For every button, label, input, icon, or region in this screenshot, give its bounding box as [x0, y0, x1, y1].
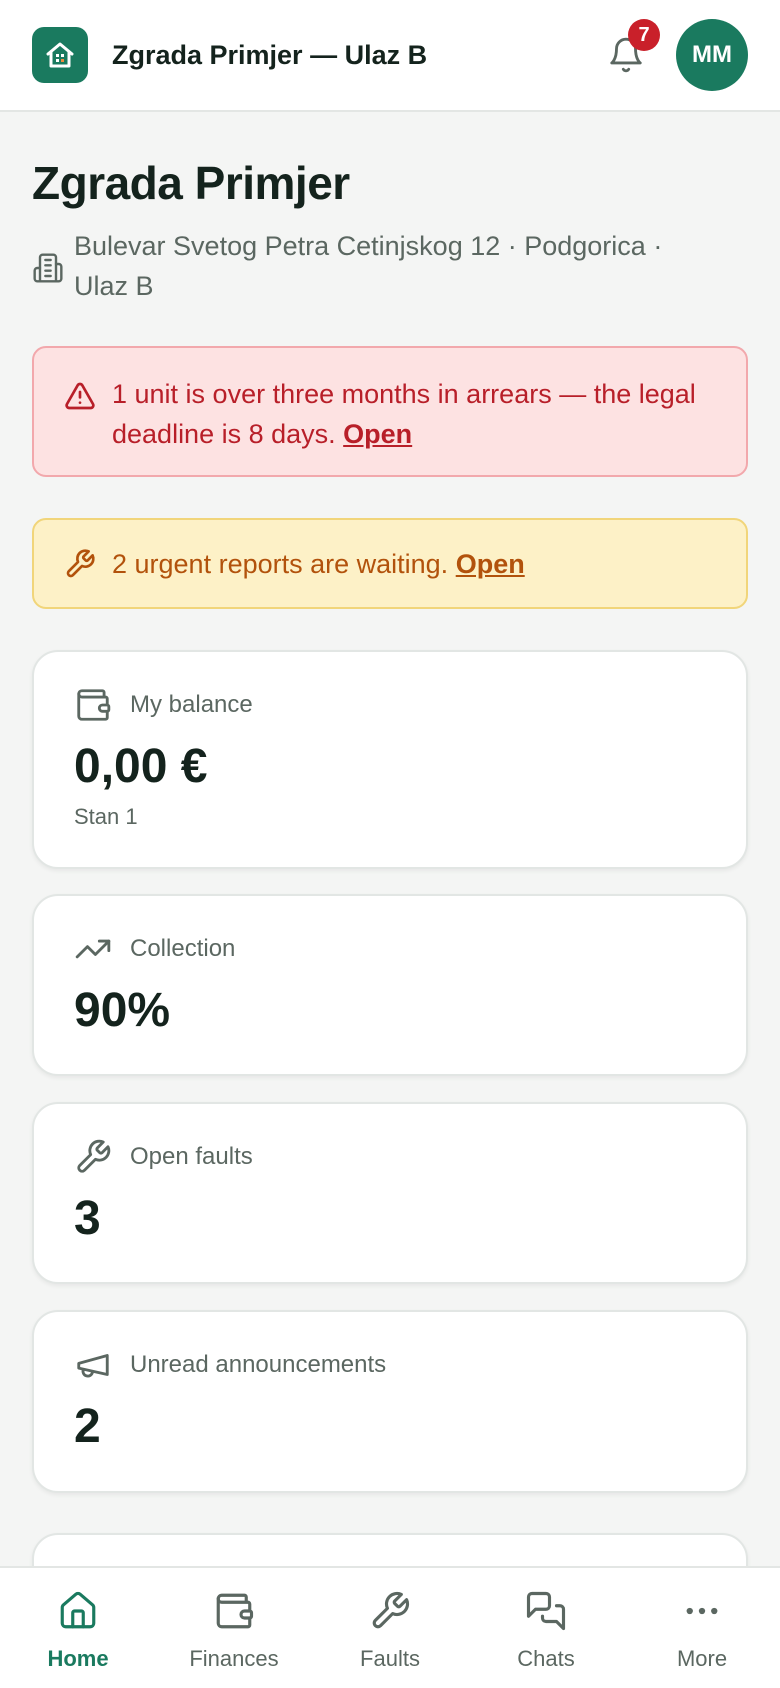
announcements-card[interactable]: Unread announcements 2 — [32, 1310, 748, 1493]
wallet-icon — [77, 689, 111, 721]
balance-label: My balance — [130, 691, 253, 718]
balance-card[interactable]: My balance 0,00 € Stan 1 — [32, 650, 748, 869]
notifications-button[interactable]: 7 — [602, 19, 660, 79]
open-faults-card[interactable]: Open faults 3 — [32, 1102, 748, 1284]
trending-up-icon — [75, 939, 111, 959]
nav-chats-label: Chats — [517, 1646, 575, 1671]
building-icon — [33, 253, 63, 283]
nav-home[interactable]: Home — [0, 1568, 156, 1688]
nav-finances-label: Finances — [189, 1646, 279, 1671]
ellipsis-icon — [686, 1607, 718, 1615]
notification-count-badge: 7 — [628, 19, 660, 51]
bottom-navigation: Home Finances Faults Chats More — [0, 1566, 780, 1688]
warning-triangle-icon — [65, 382, 95, 410]
nav-chats[interactable]: Chats — [468, 1568, 624, 1688]
open-faults-label: Open faults — [130, 1143, 253, 1170]
balance-value: 0,00 € — [74, 740, 208, 793]
building-address: Bulevar Svetog Petra Cetinjskog 12 · Pod… — [32, 226, 732, 306]
header-title: Zgrada Primjer — Ulaz B — [112, 39, 428, 70]
user-avatar[interactable]: MM — [676, 19, 748, 91]
announcements-label: Unread announcements — [130, 1351, 387, 1378]
balance-unit: Stan 1 — [74, 804, 138, 829]
home-logo-icon[interactable] — [32, 27, 88, 83]
nav-faults[interactable]: Faults — [312, 1568, 468, 1688]
wrench-icon — [77, 1139, 111, 1173]
page-title: Zgrada Primjer — [32, 157, 350, 209]
address-text: Bulevar Svetog Petra Cetinjskog 12 · Pod… — [74, 231, 663, 301]
collection-value: 90% — [74, 984, 171, 1037]
wallet-icon — [216, 1593, 254, 1629]
nav-home-label: Home — [47, 1646, 109, 1671]
urgent-reports-text: 2 urgent reports are waiting. — [112, 548, 449, 579]
dashboard-page: Zgrada Primjer — Ulaz B 7 MM Zgrada Prim… — [0, 0, 780, 1688]
app-header: Zgrada Primjer — Ulaz B 7 MM — [0, 0, 780, 112]
chat-bubbles-icon — [526, 1591, 566, 1631]
open-faults-value: 3 — [74, 1192, 101, 1245]
wrench-icon — [372, 1591, 410, 1629]
megaphone-icon — [77, 1354, 109, 1378]
nav-finances[interactable]: Finances — [156, 1568, 312, 1688]
nav-faults-label: Faults — [360, 1646, 420, 1671]
urgent-reports-alert: 2 urgent reports are waiting. Open — [32, 518, 748, 609]
urgent-reports-open-link[interactable]: Open — [456, 549, 525, 579]
collection-label: Collection — [130, 935, 236, 962]
collection-card[interactable]: Collection 90% — [32, 894, 748, 1076]
announcements-value: 2 — [74, 1400, 101, 1453]
nav-more[interactable]: More — [624, 1568, 780, 1688]
wrench-icon — [66, 548, 95, 577]
home-icon — [60, 1591, 96, 1629]
nav-more-label: More — [676, 1646, 728, 1671]
arrears-alert: 1 unit is over three months in arrears —… — [32, 346, 748, 477]
arrears-open-link[interactable]: Open — [343, 419, 412, 449]
